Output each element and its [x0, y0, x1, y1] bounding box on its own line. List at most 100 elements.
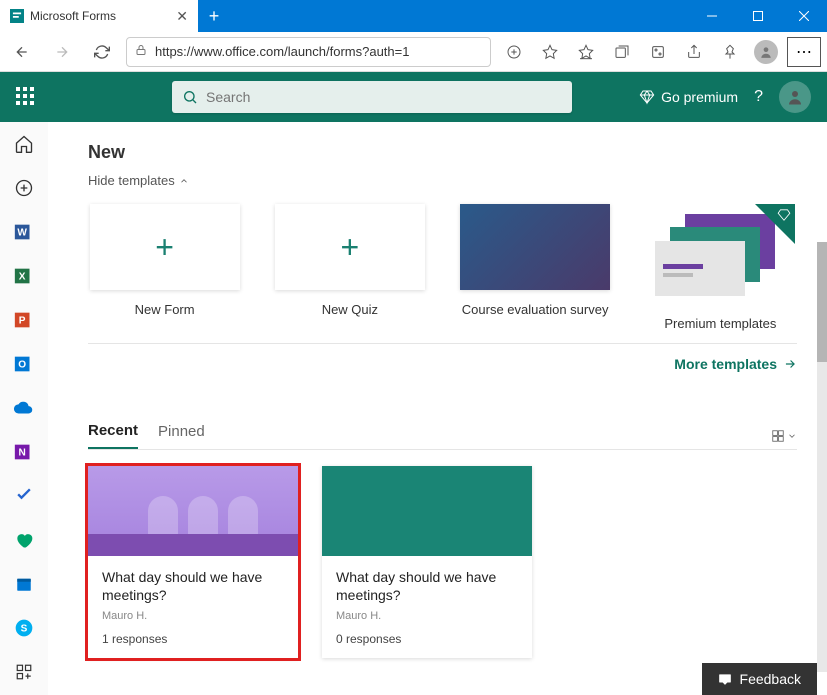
- plus-icon: +: [341, 229, 360, 266]
- content-area: W X P O N S New Hide templates + New For…: [0, 122, 827, 695]
- excel-icon[interactable]: X: [12, 264, 36, 288]
- outlook-icon[interactable]: O: [12, 352, 36, 376]
- tab-title: Microsoft Forms: [30, 9, 170, 23]
- forward-button[interactable]: [46, 36, 78, 68]
- chevron-down-icon: [787, 431, 797, 441]
- onedrive-icon[interactable]: [12, 396, 36, 420]
- card-title: What day should we have meetings?: [336, 568, 518, 604]
- template-premium[interactable]: Premium templates: [644, 204, 797, 331]
- app-header: Go premium ?: [0, 72, 827, 122]
- form-card[interactable]: What day should we have meetings? Mauro …: [88, 466, 298, 658]
- new-tab-button[interactable]: +: [198, 0, 230, 32]
- word-icon[interactable]: W: [12, 220, 36, 244]
- chevron-up-icon: [179, 176, 189, 186]
- card-author: Mauro H.: [336, 610, 518, 622]
- browser-toolbar: https://www.office.com/launch/forms?auth…: [0, 32, 827, 72]
- forms-tabbar: Recent Pinned: [88, 422, 797, 450]
- window-titlebar: Microsoft Forms ✕ +: [0, 0, 827, 32]
- feedback-button[interactable]: Feedback: [702, 663, 817, 695]
- header-actions: Go premium ?: [639, 81, 811, 113]
- feedback-label: Feedback: [740, 671, 801, 687]
- plus-icon: +: [155, 229, 174, 266]
- tab-pinned[interactable]: Pinned: [158, 423, 205, 448]
- svg-text:N: N: [19, 448, 26, 459]
- add-page-icon[interactable]: [499, 37, 529, 67]
- more-templates-label: More templates: [674, 356, 777, 372]
- premium-label: Go premium: [661, 89, 738, 105]
- form-card[interactable]: What day should we have meetings? Mauro …: [322, 466, 532, 658]
- powerpoint-icon[interactable]: P: [12, 308, 36, 332]
- search-icon: [182, 89, 198, 105]
- scrollbar-thumb[interactable]: [817, 242, 827, 362]
- main-content: New Hide templates + New Form + New Quiz…: [48, 122, 827, 695]
- card-responses: 1 responses: [102, 632, 284, 646]
- all-apps-icon[interactable]: [12, 660, 36, 684]
- share-icon[interactable]: [679, 37, 709, 67]
- close-icon[interactable]: ✕: [176, 8, 188, 25]
- create-icon[interactable]: [12, 176, 36, 200]
- diamond-icon: [639, 89, 655, 105]
- family-icon[interactable]: [12, 528, 36, 552]
- card-responses: 0 responses: [336, 632, 518, 646]
- url-text: https://www.office.com/launch/forms?auth…: [155, 44, 409, 59]
- card-author: Mauro H.: [102, 610, 284, 622]
- template-label: New Form: [135, 302, 195, 317]
- forms-icon: [10, 9, 24, 23]
- close-window-button[interactable]: [781, 0, 827, 32]
- browser-tab-active[interactable]: Microsoft Forms ✕: [0, 0, 198, 32]
- template-new-form[interactable]: + New Form: [88, 204, 241, 331]
- address-bar[interactable]: https://www.office.com/launch/forms?auth…: [126, 37, 491, 67]
- feedback-icon: [718, 672, 732, 686]
- svg-text:S: S: [21, 623, 28, 634]
- home-icon[interactable]: [12, 132, 36, 156]
- card-title: What day should we have meetings?: [102, 568, 284, 604]
- svg-text:X: X: [19, 272, 26, 283]
- browser-tabs: Microsoft Forms ✕ +: [0, 0, 230, 32]
- app-rail: W X P O N S: [0, 122, 48, 695]
- go-premium-button[interactable]: Go premium: [639, 89, 738, 105]
- todo-icon[interactable]: [12, 484, 36, 508]
- arrow-right-icon: [783, 357, 797, 371]
- pin-icon[interactable]: [715, 37, 745, 67]
- scrollbar[interactable]: [817, 242, 827, 672]
- refresh-button[interactable]: [86, 36, 118, 68]
- svg-text:O: O: [18, 360, 26, 371]
- more-button[interactable]: ⋯: [787, 37, 821, 67]
- account-avatar[interactable]: [779, 81, 811, 113]
- card-thumbnail: [322, 466, 532, 556]
- tab-recent[interactable]: Recent: [88, 422, 138, 449]
- onenote-icon[interactable]: N: [12, 440, 36, 464]
- favorites-icon[interactable]: [571, 37, 601, 67]
- more-templates-link[interactable]: More templates: [88, 343, 797, 372]
- template-label: Premium templates: [664, 316, 776, 331]
- profile-avatar[interactable]: [751, 37, 781, 67]
- minimize-button[interactable]: [689, 0, 735, 32]
- grid-icon: [771, 429, 785, 443]
- star-icon[interactable]: [535, 37, 565, 67]
- template-new-quiz[interactable]: + New Quiz: [273, 204, 426, 331]
- calendar-icon[interactable]: [12, 572, 36, 596]
- maximize-button[interactable]: [735, 0, 781, 32]
- search-box[interactable]: [172, 81, 572, 113]
- help-button[interactable]: ?: [754, 88, 763, 106]
- view-toggle[interactable]: [771, 429, 797, 443]
- card-thumbnail: [88, 466, 298, 556]
- template-course-eval[interactable]: Course evaluation survey: [459, 204, 612, 331]
- template-image: [460, 204, 610, 290]
- template-label: Course evaluation survey: [462, 302, 609, 317]
- lock-icon: [135, 44, 147, 59]
- templates-row: + New Form + New Quiz Course evaluation …: [88, 204, 797, 331]
- window-controls: [689, 0, 827, 32]
- search-input[interactable]: [206, 89, 562, 105]
- collections-icon[interactable]: [607, 37, 637, 67]
- back-button[interactable]: [6, 36, 38, 68]
- hide-templates-toggle[interactable]: Hide templates: [88, 173, 797, 188]
- forms-cards: What day should we have meetings? Mauro …: [88, 466, 797, 658]
- app-launcher-icon[interactable]: [16, 87, 36, 107]
- svg-text:W: W: [17, 228, 27, 239]
- premium-badge: [755, 204, 795, 244]
- skype-icon[interactable]: S: [12, 616, 36, 640]
- hide-templates-label: Hide templates: [88, 173, 175, 188]
- extensions-icon[interactable]: [643, 37, 673, 67]
- toolbar-actions: ⋯: [499, 37, 821, 67]
